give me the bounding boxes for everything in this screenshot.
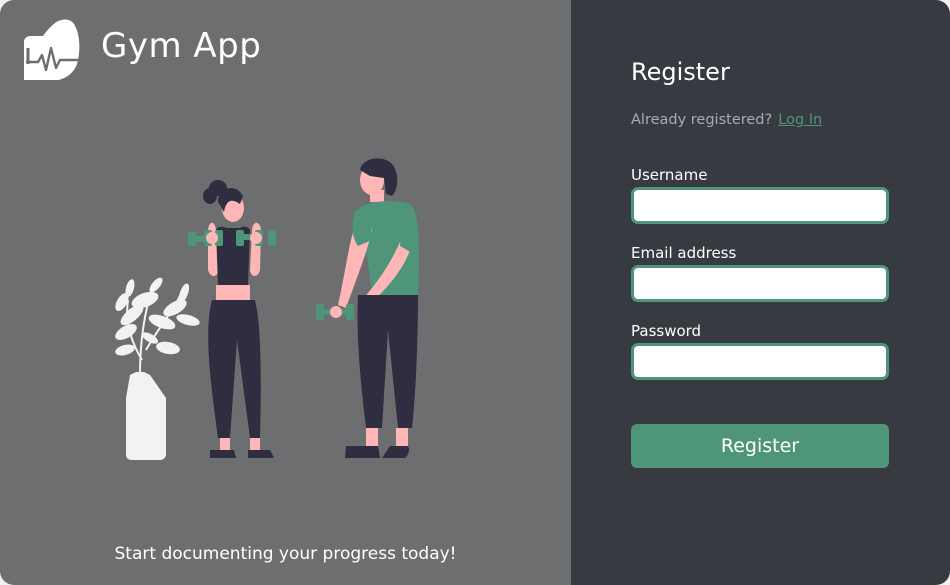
form-title: Register	[631, 58, 730, 86]
fitness-illustration	[115, 158, 420, 460]
login-prompt: Already registered?	[631, 112, 773, 128]
password-field[interactable]	[631, 343, 889, 380]
email-field[interactable]	[631, 265, 889, 302]
email-label: Email address	[631, 244, 737, 262]
login-link[interactable]: Log In	[778, 112, 822, 128]
tagline: Start documenting your progress today!	[114, 544, 457, 564]
potted-plant	[115, 277, 200, 460]
password-label: Password	[631, 322, 702, 340]
register-button[interactable]: Register	[631, 424, 889, 468]
app-name: Gym App	[101, 26, 262, 66]
username-field[interactable]	[631, 187, 889, 224]
username-label: Username	[631, 166, 708, 184]
register-form: Register Already registered? Log In Usern…	[631, 58, 889, 468]
app-window: Gym App Start documenting your progress …	[0, 0, 950, 585]
flexed-arm-heartbeat-icon	[24, 19, 80, 80]
man-figure	[316, 158, 420, 458]
brand: Gym App	[18, 18, 261, 82]
hero-panel: Gym App Start documenting your progress …	[0, 0, 571, 585]
woman-figure	[188, 180, 276, 458]
login-prompt-row: Already registered? Log In	[631, 112, 889, 128]
register-panel: Register Already registered? Log In Usern…	[571, 0, 950, 585]
